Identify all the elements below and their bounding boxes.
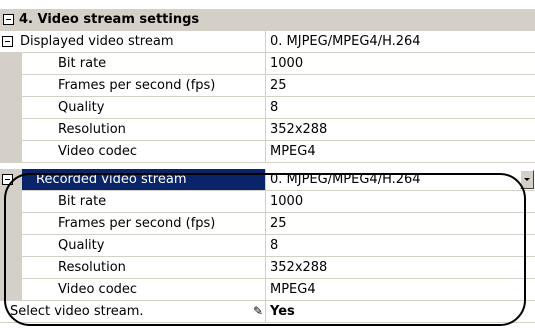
pencil-icon: ✎ bbox=[253, 304, 264, 318]
row-gutter bbox=[0, 279, 22, 300]
property-value[interactable]: 352x288 bbox=[270, 257, 327, 278]
property-value[interactable]: 1000 bbox=[270, 53, 303, 74]
row-gutter bbox=[0, 141, 22, 162]
property-grid: 4. Video stream settings Displayed video… bbox=[0, 0, 535, 331]
property-value[interactable]: 1000 bbox=[270, 191, 303, 212]
column-divider bbox=[265, 279, 266, 300]
property-value[interactable]: 8 bbox=[270, 235, 278, 256]
column-divider bbox=[265, 301, 266, 322]
column-divider bbox=[265, 141, 266, 162]
property-value[interactable]: 0. MJPEG/MPEG4/H.264 bbox=[270, 31, 421, 52]
column-divider bbox=[265, 169, 266, 190]
property-row[interactable]: Frames per second (fps) 25 bbox=[0, 75, 535, 97]
chevron-down-icon bbox=[524, 178, 530, 181]
column-divider bbox=[265, 213, 266, 234]
category-video-stream-settings[interactable]: 4. Video stream settings bbox=[0, 9, 535, 31]
property-row[interactable]: Video codec MPEG4 bbox=[0, 141, 535, 163]
property-label: Video codec bbox=[58, 144, 138, 159]
property-value[interactable]: 352x288 bbox=[270, 119, 327, 140]
row-gutter bbox=[0, 191, 22, 212]
property-label: Video codec bbox=[58, 282, 138, 297]
column-divider bbox=[265, 235, 266, 256]
property-label: Recorded video stream bbox=[22, 169, 265, 190]
column-divider bbox=[265, 75, 266, 96]
row-gutter bbox=[0, 213, 22, 234]
row-gutter bbox=[0, 97, 22, 118]
property-select-video-stream[interactable]: Select video stream. ✎ Yes bbox=[0, 301, 535, 323]
property-row[interactable]: Bit rate 1000 bbox=[0, 191, 535, 213]
property-row[interactable]: Resolution 352x288 bbox=[0, 119, 535, 141]
property-label: Quality bbox=[58, 100, 105, 115]
column-divider bbox=[265, 257, 266, 278]
property-label: Select video stream. bbox=[10, 304, 144, 319]
row-gutter bbox=[0, 53, 22, 74]
property-row[interactable]: Quality 8 bbox=[0, 235, 535, 257]
column-divider bbox=[265, 97, 266, 118]
property-value[interactable]: MPEG4 bbox=[270, 279, 316, 300]
property-row[interactable]: Video codec MPEG4 bbox=[0, 279, 535, 301]
property-label: Resolution bbox=[58, 260, 126, 275]
row-gutter bbox=[0, 235, 22, 256]
dropdown-button[interactable] bbox=[520, 170, 534, 189]
property-value[interactable]: 8 bbox=[270, 97, 278, 118]
property-label: Bit rate bbox=[58, 56, 107, 71]
property-value[interactable]: 25 bbox=[270, 75, 287, 96]
column-divider bbox=[265, 53, 266, 74]
property-label: Frames per second (fps) bbox=[58, 216, 216, 231]
property-value[interactable]: Yes bbox=[270, 301, 295, 322]
collapse-icon[interactable] bbox=[2, 36, 13, 47]
collapse-icon[interactable] bbox=[3, 14, 14, 25]
row-gutter bbox=[0, 75, 22, 96]
property-row[interactable]: Bit rate 1000 bbox=[0, 53, 535, 75]
row-gutter bbox=[0, 119, 22, 140]
property-row[interactable]: Resolution 352x288 bbox=[0, 257, 535, 279]
column-divider bbox=[265, 119, 266, 140]
property-displayed-video-stream[interactable]: Displayed video stream 0. MJPEG/MPEG4/H.… bbox=[0, 31, 535, 53]
column-divider bbox=[265, 31, 266, 52]
column-divider bbox=[265, 191, 266, 212]
property-label: Displayed video stream bbox=[20, 34, 174, 49]
property-row[interactable]: Quality 8 bbox=[0, 97, 535, 119]
row-gutter bbox=[0, 257, 22, 278]
collapse-icon[interactable] bbox=[2, 174, 13, 185]
property-row[interactable]: Frames per second (fps) 25 bbox=[0, 213, 535, 235]
property-label: Quality bbox=[58, 238, 105, 253]
property-value[interactable]: MPEG4 bbox=[270, 141, 316, 162]
category-label: 4. Video stream settings bbox=[19, 12, 200, 27]
property-label: Frames per second (fps) bbox=[58, 78, 216, 93]
property-label: Resolution bbox=[58, 122, 126, 137]
property-recorded-video-stream[interactable]: Recorded video stream 0. MJPEG/MPEG4/H.2… bbox=[0, 169, 535, 191]
property-value[interactable]: 0. MJPEG/MPEG4/H.264 bbox=[270, 169, 421, 190]
property-label: Bit rate bbox=[58, 194, 107, 209]
property-value[interactable]: 25 bbox=[270, 213, 287, 234]
